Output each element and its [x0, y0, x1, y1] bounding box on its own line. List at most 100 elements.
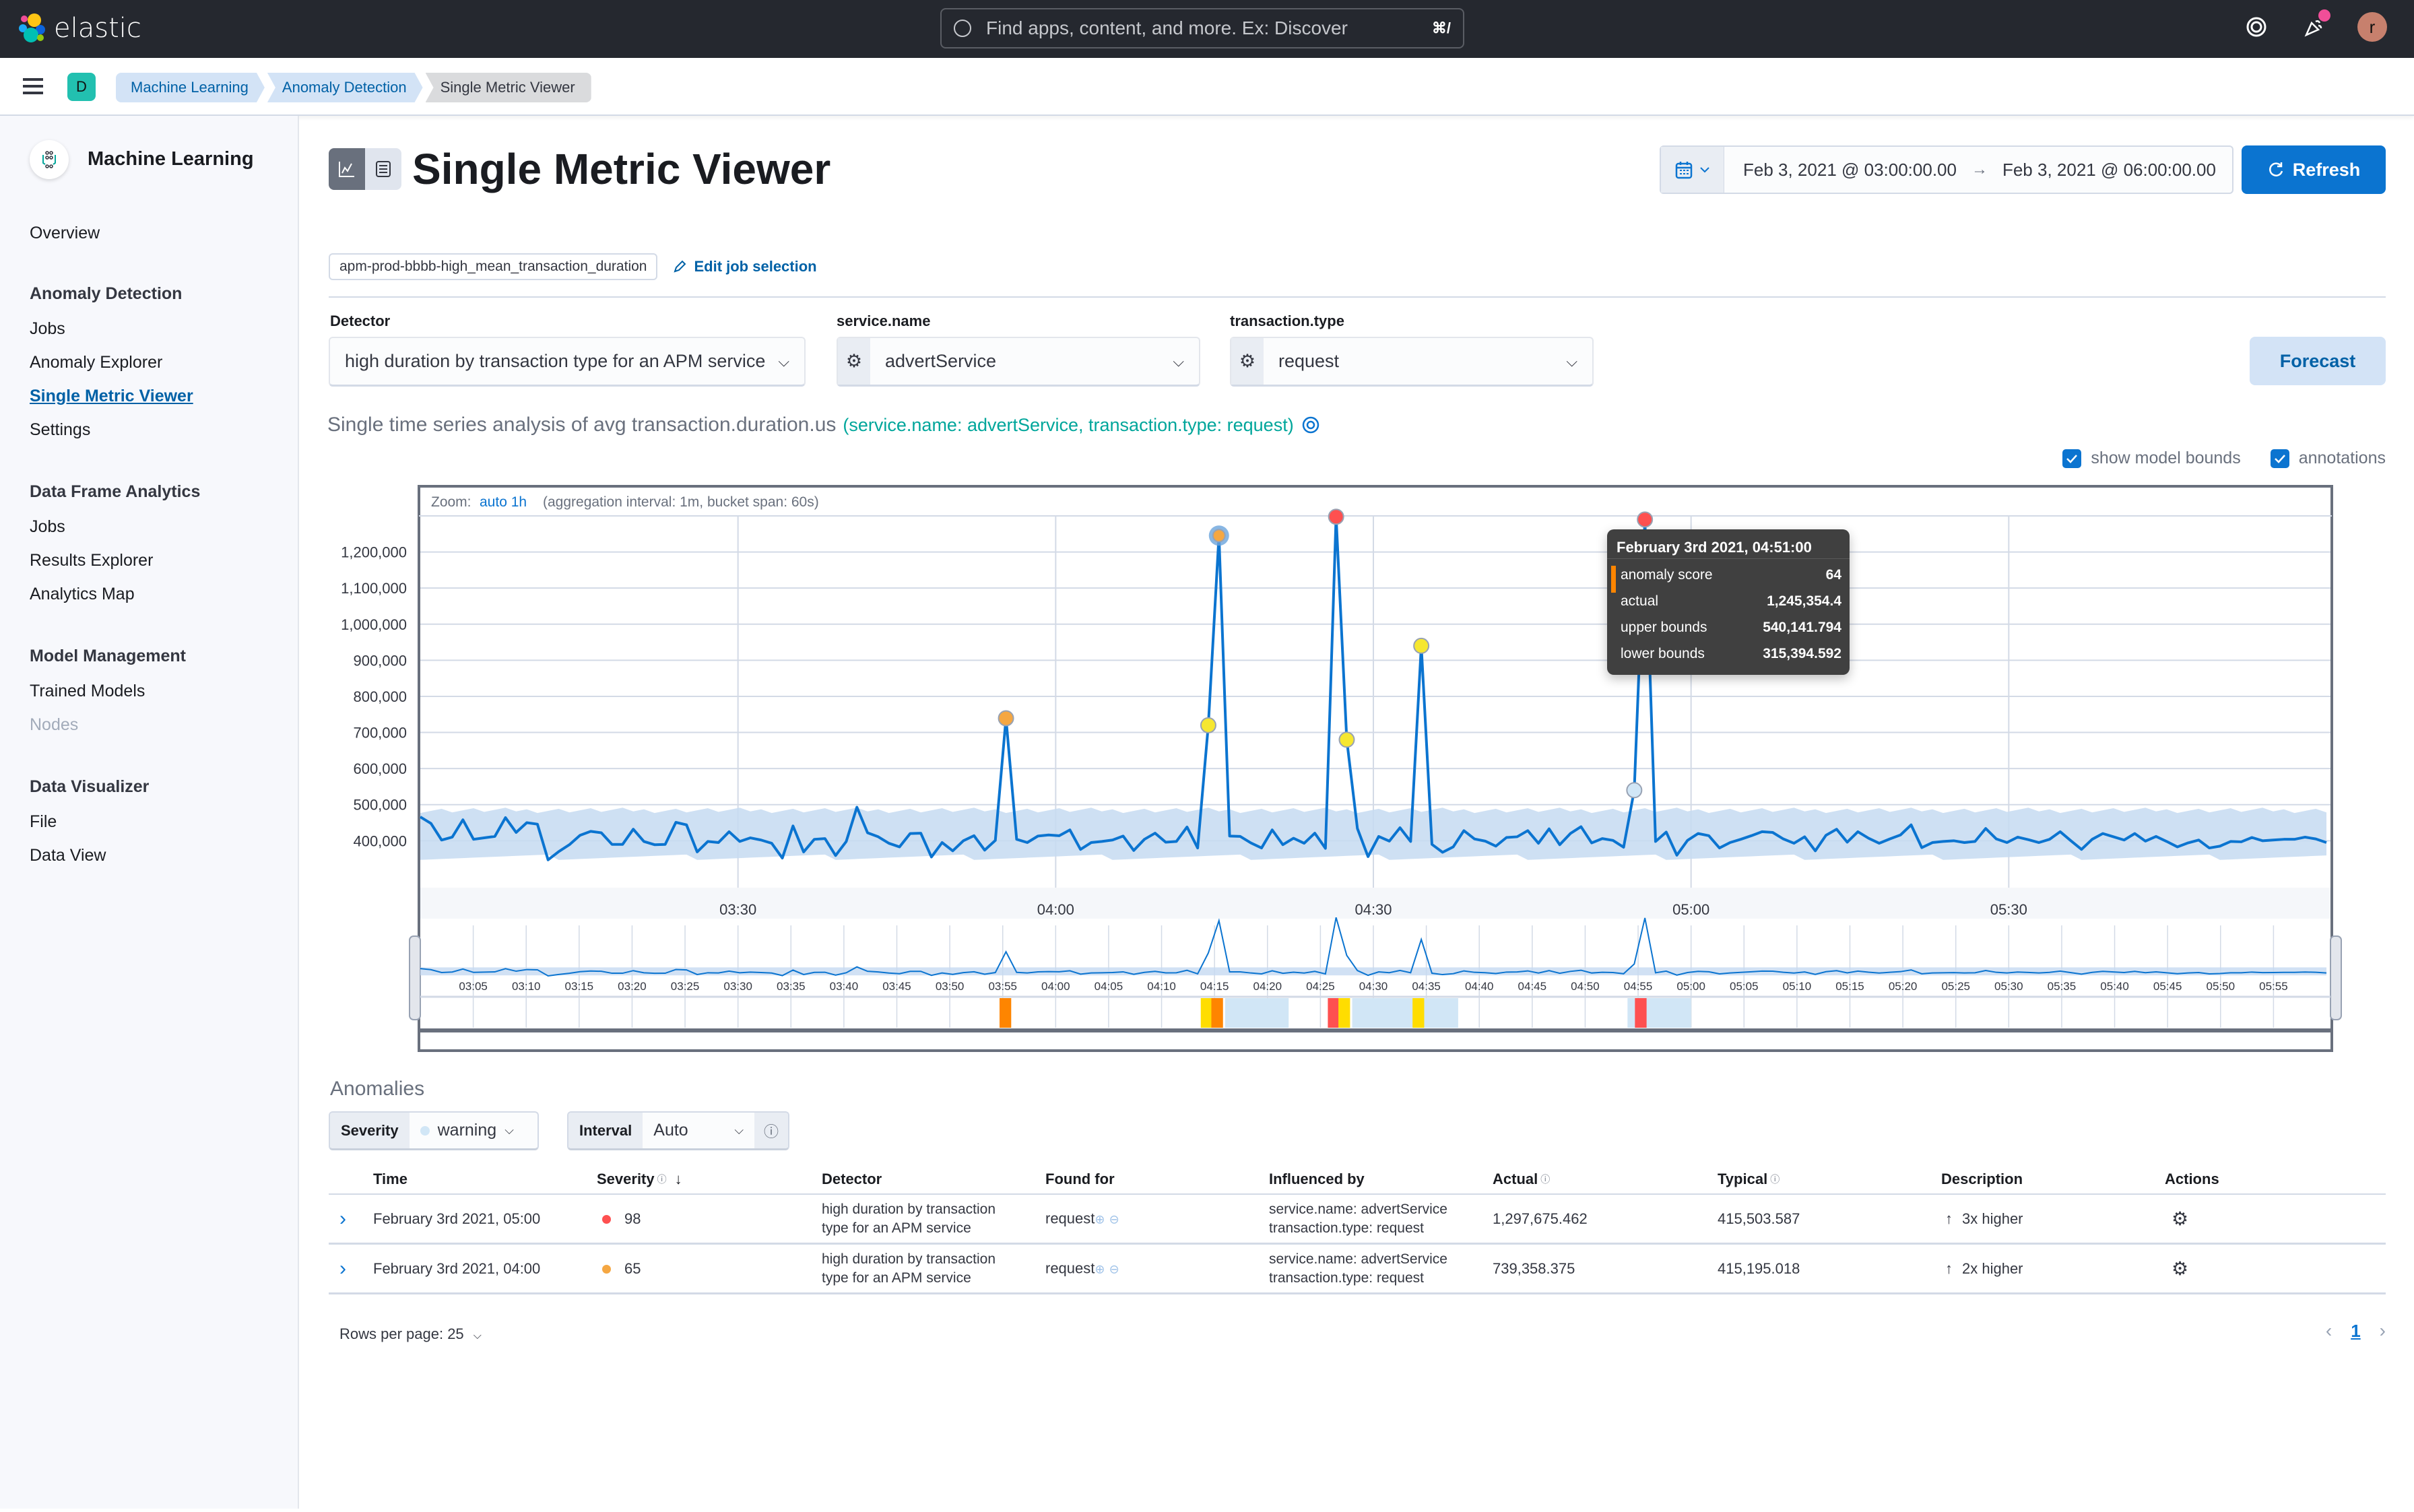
severity-dot — [602, 1215, 611, 1224]
zoom-label: Zoom: — [431, 494, 471, 510]
page-number[interactable]: 1 — [2351, 1321, 2360, 1342]
x-tick-label: 04:30 — [1355, 901, 1392, 918]
brush-left-handle[interactable] — [409, 935, 421, 1020]
context-tick-label: 04:15 — [1200, 980, 1229, 993]
context-tick-label: 05:35 — [2048, 980, 2077, 993]
actions-gear-icon[interactable]: ⚙ — [2172, 1209, 2188, 1228]
filter-out-icon[interactable]: ⊖ — [1109, 1262, 1119, 1276]
context-tick-label: 05:25 — [1941, 980, 1970, 993]
cell-description: ↑ 3x higher — [1945, 1210, 2023, 1227]
y-tick-label: 1,000,000 — [341, 616, 407, 633]
next-page-icon[interactable]: › — [2380, 1320, 2386, 1342]
tooltip-time: February 3rd 2021, 04:51:00 — [1607, 529, 1850, 559]
context-tick-label: 05:05 — [1730, 980, 1759, 993]
context-tick-label: 04:25 — [1306, 980, 1335, 993]
context-tick-label: 04:00 — [1041, 980, 1070, 993]
context-tick-label: 04:35 — [1412, 980, 1441, 993]
x-tick-label: 05:30 — [1990, 901, 2027, 918]
context-tick-label: 03:55 — [988, 980, 1017, 993]
context-tick-label: 03:30 — [723, 980, 752, 993]
anomaly-marker — [1413, 637, 1430, 654]
swimlane-anomaly-cell — [1211, 998, 1223, 1028]
context-tick-label: 05:00 — [1676, 980, 1705, 993]
help-icon[interactable]: ⓘ — [754, 1113, 788, 1148]
cell-time: February 3rd 2021, 05:00 — [373, 1210, 541, 1227]
help-icon: ⓘ — [657, 1174, 667, 1185]
filter-in-icon[interactable]: ⊕ — [1095, 1262, 1105, 1276]
zoom-auto-link[interactable]: auto 1h — [480, 494, 527, 510]
interval-label: Interval — [568, 1113, 643, 1148]
cell-actual: 1,297,675.462 — [1493, 1210, 1588, 1227]
context-tick-label: 03:45 — [882, 980, 911, 993]
column-actual[interactable]: Actual ⓘ — [1493, 1171, 1550, 1188]
severity-value: warning — [437, 1121, 497, 1140]
context-tick-label: 03:10 — [512, 980, 541, 993]
interval-select[interactable]: Interval Auto ⌵ ⓘ — [567, 1111, 789, 1150]
swimlane-anomaly-cell — [1200, 998, 1213, 1028]
severity-dot — [420, 1125, 430, 1136]
context-tick-label: 04:05 — [1095, 980, 1123, 993]
context-tick-label: 05:20 — [1889, 980, 1918, 993]
context-tick-label: 03:15 — [565, 980, 594, 993]
anomalies-title: Anomalies — [330, 1078, 425, 1100]
rows-per-page-select[interactable]: Rows per page: 25 ⌵ — [339, 1325, 482, 1343]
table-header: Time Severity ⓘ ↓ Detector Found for Influ… — [329, 1164, 2386, 1195]
swimlane-anomaly-cell — [1338, 998, 1350, 1028]
context-tick-label: 04:20 — [1253, 980, 1282, 993]
anomaly-marker — [1338, 731, 1355, 748]
context-tick-label: 04:40 — [1465, 980, 1494, 993]
tooltip-value: 64 — [1825, 566, 1841, 583]
zoom-info: (aggregation interval: 1m, bucket span: … — [543, 494, 819, 510]
y-tick-label: 1,100,000 — [341, 580, 407, 597]
table-row: › February 3rd 2021, 04:00 65 high durat… — [329, 1245, 2386, 1294]
column-found-for[interactable]: Found for — [1045, 1171, 1115, 1188]
filter-out-icon[interactable]: ⊖ — [1109, 1212, 1119, 1226]
column-influenced-by[interactable]: Influenced by — [1269, 1171, 1365, 1188]
swimlane-anomaly-cell — [1328, 998, 1340, 1028]
severity-select[interactable]: Severity warning ⌵ — [329, 1111, 539, 1150]
column-typical[interactable]: Typical ⓘ — [1718, 1171, 1780, 1188]
tooltip-label: lower bounds — [1621, 645, 1705, 661]
column-time[interactable]: Time — [373, 1171, 407, 1188]
y-tick-label: 600,000 — [353, 760, 407, 777]
x-tick-label: 03:30 — [719, 901, 756, 918]
expand-row-icon[interactable]: › — [339, 1208, 346, 1228]
anomaly-marker — [998, 710, 1014, 727]
cell-found-for: request⊕ ⊖ — [1045, 1210, 1119, 1226]
column-actions: Actions — [2165, 1171, 2219, 1187]
sort-down-icon: ↓ — [674, 1171, 682, 1187]
context-tick-label: 05:10 — [1783, 980, 1812, 993]
context-tick-label: 03:35 — [777, 980, 806, 993]
column-description[interactable]: Description — [1941, 1171, 2023, 1188]
context-tick-label: 03:50 — [936, 980, 965, 993]
context-tick-label: 05:30 — [1994, 980, 2023, 993]
y-tick-label: 900,000 — [353, 652, 407, 669]
previous-page-icon[interactable]: ‹ — [2326, 1320, 2332, 1342]
context-tick-label: 03:25 — [671, 980, 700, 993]
column-detector[interactable]: Detector — [822, 1171, 882, 1188]
expand-row-icon[interactable]: › — [339, 1258, 346, 1278]
context-tick-label: 05:45 — [2153, 980, 2182, 993]
tooltip-label: upper bounds — [1621, 619, 1707, 635]
chevron-down-icon: ⌵ — [504, 1123, 514, 1137]
anomaly-marker — [1212, 529, 1226, 543]
cell-typical: 415,503.587 — [1718, 1210, 1800, 1227]
swimlane-low-cell — [1225, 998, 1289, 1028]
tooltip-value: 540,141.794 — [1763, 619, 1841, 635]
cell-detector: high duration by transaction type for an … — [822, 1201, 996, 1236]
context-tick-label: 03:05 — [459, 980, 488, 993]
interval-value: Auto — [653, 1121, 688, 1140]
actions-gear-icon[interactable]: ⚙ — [2172, 1259, 2188, 1278]
context-tick-label: 04:10 — [1147, 980, 1176, 993]
column-severity[interactable]: Severity ⓘ ↓ — [597, 1171, 682, 1188]
chart-tooltip: February 3rd 2021, 04:51:00 anomaly scor… — [1607, 529, 1850, 675]
chevron-down-icon: ⌵ — [473, 1330, 482, 1342]
tooltip-value: 315,394.592 — [1763, 645, 1841, 661]
y-tick-label: 1,200,000 — [341, 544, 407, 561]
x-tick-label: 05:00 — [1672, 901, 1709, 918]
arrow-up-icon: ↑ — [1945, 1210, 1953, 1227]
filter-in-icon[interactable]: ⊕ — [1095, 1212, 1105, 1226]
cell-found-for: request⊕ ⊖ — [1045, 1259, 1119, 1276]
cell-typical: 415,195.018 — [1718, 1259, 1800, 1277]
brush-right-handle[interactable] — [2330, 935, 2342, 1020]
